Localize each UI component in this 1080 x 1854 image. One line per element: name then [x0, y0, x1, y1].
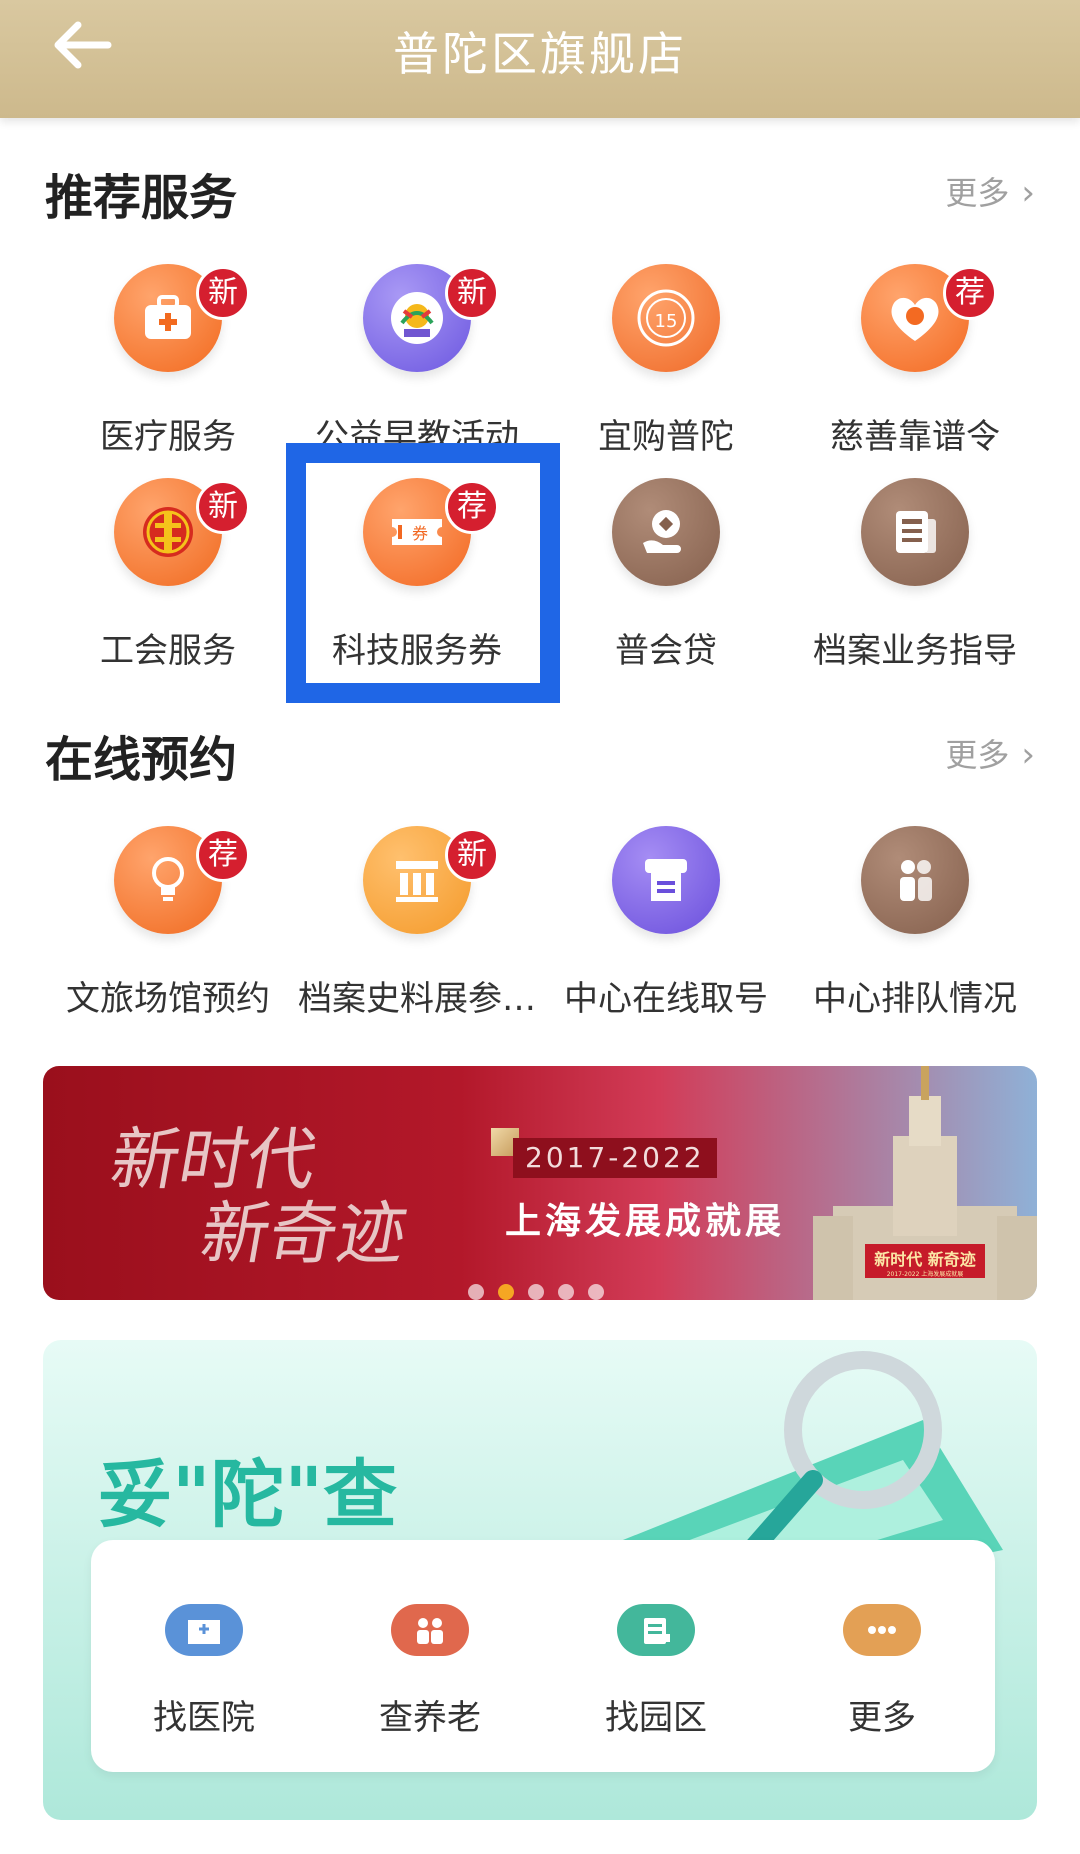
carousel-dot[interactable] [528, 1284, 544, 1300]
section-title-booking: 在线预约 [45, 732, 238, 788]
chevron-right-icon: › [1021, 735, 1035, 775]
banner-sign-small: 2017-2022 上海发展成就展 [887, 1270, 964, 1278]
badge-new: 新 [196, 266, 250, 320]
quick-item-more[interactable]: 更多 [769, 1540, 995, 1772]
quick-label: 找园区 [605, 1698, 707, 1738]
quick-search-card: 找医院 查养老 找园区 更多 [91, 1540, 995, 1772]
badge-new: 新 [445, 266, 499, 320]
quick-label: 更多 [848, 1698, 916, 1738]
quick-label: 查养老 [379, 1698, 481, 1738]
carousel-dot[interactable] [588, 1284, 604, 1300]
panel-title: 妥"陀"查 [98, 1452, 398, 1538]
booking-label: 档案史料展参… [298, 979, 536, 1019]
banner-calligraphy-line2: 新奇迹 [194, 1195, 413, 1274]
carousel-dot[interactable] [558, 1284, 574, 1300]
badge-recommend: 荐 [196, 828, 250, 882]
highlight-box [286, 443, 560, 703]
booking-item-culture-venue[interactable]: 荐 文旅场馆预约 [43, 826, 293, 1026]
more-label: 更多 [945, 174, 1010, 212]
quick-item-park[interactable]: 找园区 [543, 1540, 769, 1772]
carousel-dot-active[interactable] [498, 1284, 514, 1300]
more-dots-icon [843, 1604, 921, 1656]
quick-item-hospital[interactable]: 找医院 [91, 1540, 317, 1772]
carousel-dots[interactable] [468, 1284, 604, 1300]
service-item-medical[interactable]: 新 医疗服务 [43, 264, 293, 464]
queue-icon [861, 826, 969, 934]
loan-icon [612, 478, 720, 586]
booking-item-take-number[interactable]: 中心在线取号 [541, 826, 791, 1026]
booking-label: 中心在线取号 [564, 979, 768, 1019]
booking-item-queue-status[interactable]: 中心排队情况 [790, 826, 1040, 1026]
service-label: 慈善靠谱令 [830, 417, 1000, 457]
section-title-recommended: 推荐服务 [45, 170, 238, 226]
booking-label: 文旅场馆预约 [66, 979, 270, 1019]
park-document-icon [617, 1604, 695, 1656]
archive-icon [861, 478, 969, 586]
service-label: 医疗服务 [100, 417, 236, 457]
hospital-icon [165, 1604, 243, 1656]
service-label: 档案业务指导 [813, 631, 1017, 671]
service-item-union[interactable]: 新 工会服务 [43, 478, 293, 678]
promo-banner[interactable]: 新时代 新奇迹 2017-2022 上海发展成就展 新时代 新奇迹 2017-2… [43, 1066, 1037, 1300]
badge-recommend: 荐 [943, 266, 997, 320]
quick-label: 找医院 [153, 1698, 255, 1738]
service-label: 普会贷 [615, 631, 717, 671]
service-item-yigou-putuo[interactable]: 15 宜购普陀 [541, 264, 791, 464]
badge-new: 新 [196, 480, 250, 534]
more-link-booking[interactable]: 更多 › [945, 730, 1035, 776]
putuo-seal-icon: 15 [612, 264, 720, 372]
service-item-charity-reliable[interactable]: 荐 慈善靠谱令 [790, 264, 1040, 464]
page-title: 普陀区旗舰店 [393, 27, 687, 81]
banner-years: 2017-2022 [513, 1138, 717, 1178]
booking-item-archive-exhibit[interactable]: 新 档案史料展参… [292, 826, 542, 1026]
booking-label: 中心排队情况 [813, 979, 1017, 1019]
service-item-archive-guide[interactable]: 档案业务指导 [790, 478, 1040, 678]
more-link-recommended[interactable]: 更多 › [945, 168, 1035, 214]
exhibition-building-illustration: 新时代 新奇迹 2017-2022 上海发展成就展 [813, 1066, 1037, 1300]
banner-subtitle: 上海发展成就展 [505, 1201, 786, 1242]
tuo-tuo-cha-panel: 妥"陀"查 找医院 查养老 找园区 更多 [43, 1340, 1037, 1820]
elderly-care-icon [391, 1604, 469, 1656]
chevron-right-icon: › [1021, 173, 1035, 213]
quick-item-elderly-care[interactable]: 查养老 [317, 1540, 543, 1772]
service-label: 工会服务 [100, 631, 236, 671]
service-item-puhuidai[interactable]: 普会贷 [541, 478, 791, 678]
badge-new: 新 [445, 828, 499, 882]
more-label: 更多 [945, 736, 1010, 774]
carousel-dot[interactable] [468, 1284, 484, 1300]
banner-sign-text: 新时代 新奇迹 [874, 1250, 976, 1269]
service-label: 宜购普陀 [598, 417, 734, 457]
service-item-charity-education[interactable]: 新 公益早教活动 [292, 264, 542, 464]
svg-text:15: 15 [655, 311, 678, 332]
top-bar: 普陀区旗舰店 [0, 0, 1080, 118]
ticket-machine-icon [612, 826, 720, 934]
